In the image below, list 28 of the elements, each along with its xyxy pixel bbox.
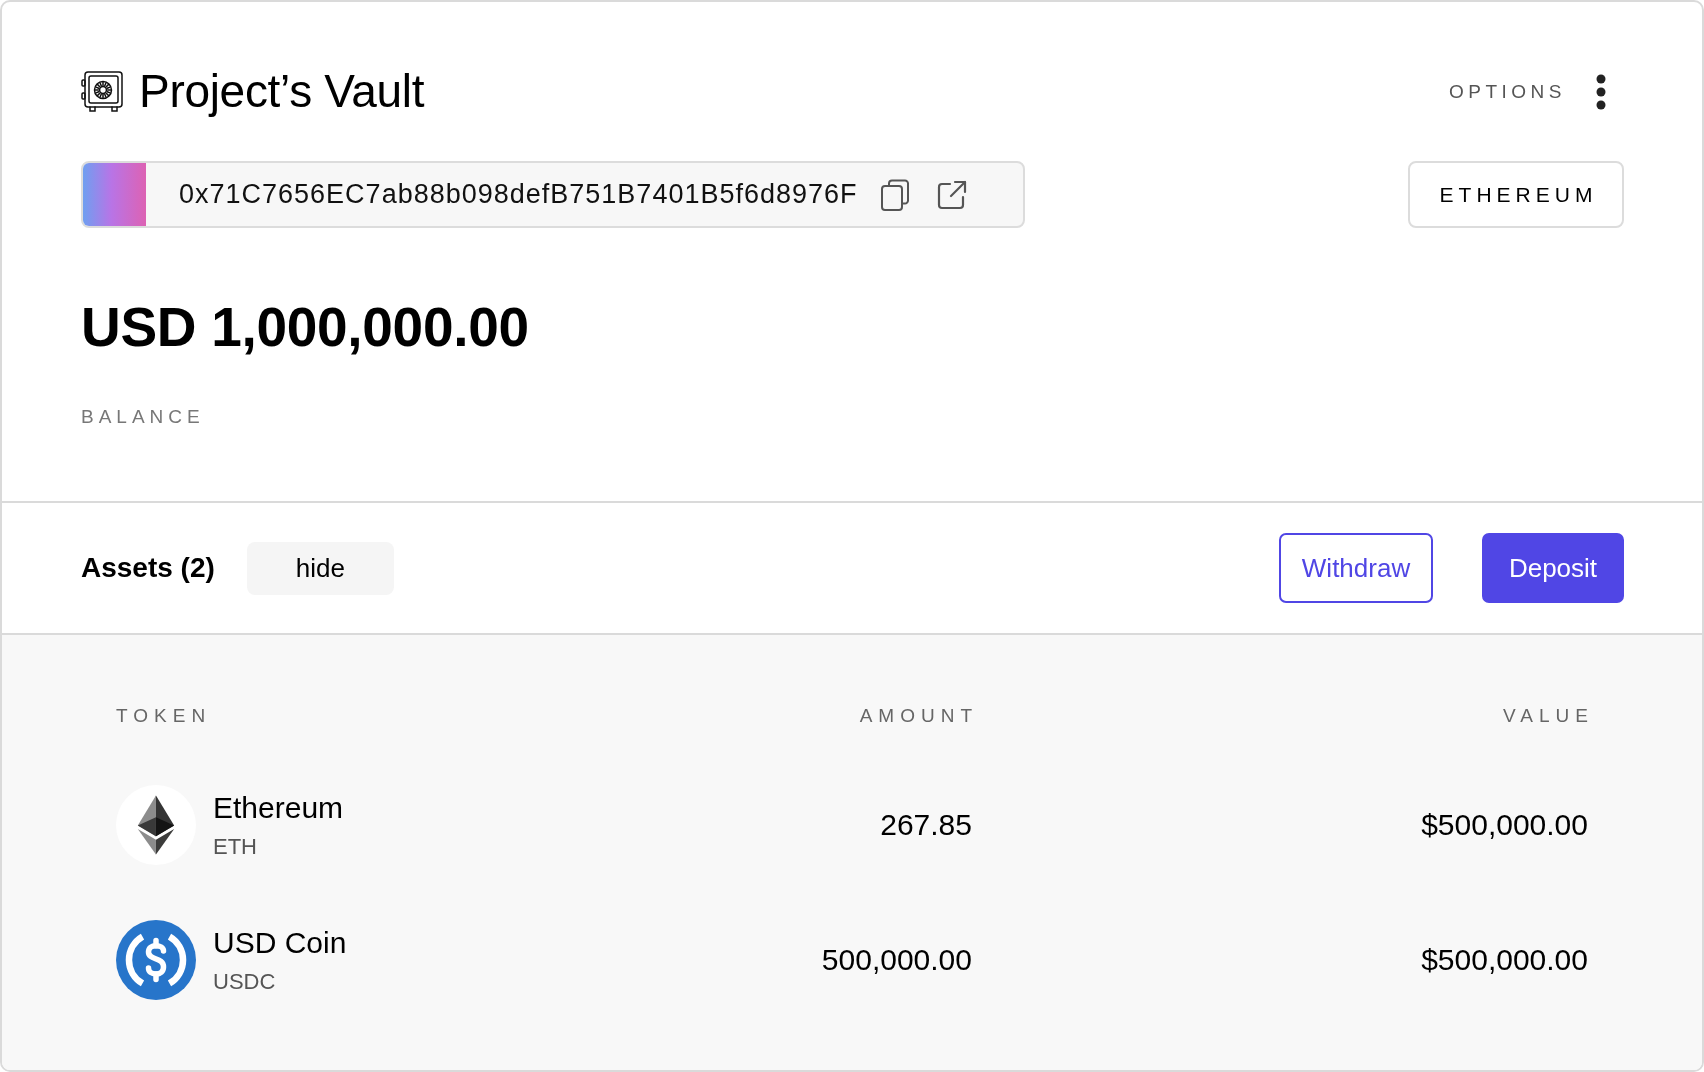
vault-title: Project’s Vault bbox=[139, 64, 425, 120]
secondary-action-button[interactable]: Withdraw bbox=[1279, 533, 1433, 603]
hide-button[interactable]: hide bbox=[246, 541, 394, 595]
diamond-logo-icon bbox=[116, 785, 196, 865]
gradient-swatch-icon bbox=[83, 163, 146, 226]
token-symbol: USDC bbox=[213, 967, 277, 996]
network-button[interactable]: ETHEREUM bbox=[1408, 161, 1624, 228]
balance-label: BALANCE bbox=[81, 405, 206, 429]
address-text: 0x71C7656EC7ab88b098defB751B7401B5f6d8976F bbox=[179, 178, 858, 212]
primary-action-button[interactable]: Deposit bbox=[1482, 533, 1624, 603]
external-link-icon[interactable] bbox=[935, 178, 968, 211]
dollar-coin-icon bbox=[116, 920, 196, 1000]
copy-icon[interactable] bbox=[879, 178, 910, 211]
balance-amount: USD 1,000,000.00 bbox=[81, 295, 530, 360]
token-name: USD Coin bbox=[213, 924, 347, 961]
token-name: Ethereum bbox=[213, 789, 344, 826]
kebab-menu-icon[interactable] bbox=[1596, 74, 1606, 110]
amount-cell: 267.85 bbox=[880, 807, 972, 843]
column-header: TOKEN bbox=[116, 704, 213, 728]
assets-title: Assets (2) bbox=[81, 551, 215, 585]
column-header: VALUE bbox=[1503, 704, 1594, 728]
token-symbol: ETH bbox=[213, 832, 258, 861]
column-header: AMOUNT bbox=[859, 704, 978, 728]
value-cell: $500,000.00 bbox=[1421, 807, 1588, 843]
value-cell: $500,000.00 bbox=[1421, 942, 1588, 978]
options-button[interactable]: OPTIONS bbox=[1449, 74, 1606, 110]
amount-cell: 500,000.00 bbox=[821, 942, 972, 978]
safe-icon bbox=[81, 71, 123, 113]
